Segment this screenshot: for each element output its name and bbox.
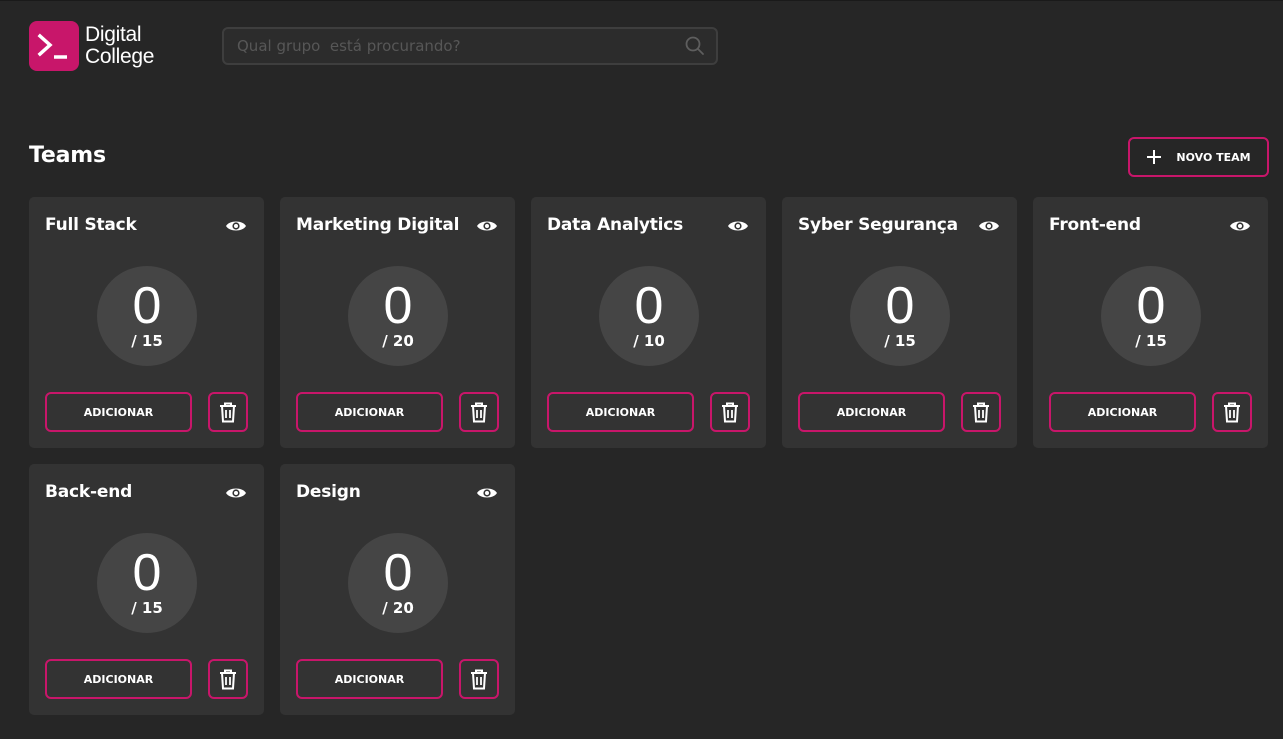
trash-icon (973, 402, 989, 423)
team-card-full-stack: Full Stack 0 / 15 ADICIONAR (29, 197, 264, 448)
team-card-marketing-digital: Marketing Digital 0 / 20 ADICIONAR (280, 197, 515, 448)
team-name: Design (296, 482, 361, 502)
delete-team-button[interactable] (459, 659, 499, 699)
team-card-back-end: Back-end 0 / 15 ADICIONAR (29, 464, 264, 715)
plus-icon (1147, 150, 1162, 164)
trash-icon (220, 402, 236, 423)
team-name: Data Analytics (547, 215, 684, 235)
page-title: Teams (29, 143, 106, 168)
trash-icon (722, 402, 738, 423)
member-counter: 0 / 15 (97, 266, 197, 366)
eye-icon[interactable] (1229, 218, 1251, 234)
team-card-design: Design 0 / 20 ADICIONAR (280, 464, 515, 715)
member-count: 0 (383, 277, 413, 335)
add-member-button[interactable]: ADICIONAR (296, 659, 443, 699)
eye-icon[interactable] (727, 218, 749, 234)
member-max: / 15 (131, 599, 163, 617)
trash-icon (471, 402, 487, 423)
member-count: 0 (383, 544, 413, 602)
member-max: / 20 (382, 332, 414, 350)
team-card-syber-seguranca: Syber Segurança 0 / 15 ADICIONAR (782, 197, 1017, 448)
search-input[interactable] (224, 36, 684, 56)
member-max: / 20 (382, 599, 414, 617)
eye-icon[interactable] (978, 218, 1000, 234)
member-counter: 0 / 15 (1101, 266, 1201, 366)
member-counter: 0 / 15 (850, 266, 950, 366)
team-name: Back-end (45, 482, 133, 502)
team-name: Full Stack (45, 215, 137, 235)
delete-team-button[interactable] (961, 392, 1001, 432)
teams-page: Digital College Teams NOVO TEAM Full Sta… (0, 0, 1283, 739)
terminal-prompt-icon (29, 21, 79, 71)
team-card-front-end: Front-end 0 / 15 ADICIONAR (1033, 197, 1268, 448)
eye-icon[interactable] (476, 218, 498, 234)
trash-icon (1224, 402, 1240, 423)
delete-team-button[interactable] (208, 392, 248, 432)
brand-name-line1: Digital (85, 23, 142, 46)
team-name: Front-end (1049, 215, 1141, 235)
add-member-button[interactable]: ADICIONAR (296, 392, 443, 432)
member-counter: 0 / 15 (97, 533, 197, 633)
add-member-button[interactable]: ADICIONAR (45, 659, 192, 699)
member-counter: 0 / 20 (348, 266, 448, 366)
trash-icon (220, 669, 236, 690)
new-team-button[interactable]: NOVO TEAM (1128, 137, 1269, 177)
member-count: 0 (885, 277, 915, 335)
team-name: Syber Segurança (798, 215, 958, 235)
delete-team-button[interactable] (1212, 392, 1252, 432)
member-count: 0 (132, 544, 162, 602)
delete-team-button[interactable] (459, 392, 499, 432)
member-max: / 15 (131, 332, 163, 350)
new-team-label: NOVO TEAM (1176, 150, 1251, 164)
member-count: 0 (1136, 277, 1166, 335)
eye-icon[interactable] (225, 485, 247, 501)
search-bar (222, 27, 718, 65)
trash-icon (471, 669, 487, 690)
logo[interactable]: Digital College (29, 21, 154, 71)
member-count: 0 (132, 277, 162, 335)
member-counter: 0 / 10 (599, 266, 699, 366)
brand-name: Digital College (85, 24, 154, 68)
eye-icon[interactable] (225, 218, 247, 234)
member-max: / 15 (1135, 332, 1167, 350)
search-icon[interactable] (684, 35, 706, 57)
brand-name-line2: College (85, 45, 155, 68)
add-member-button[interactable]: ADICIONAR (45, 392, 192, 432)
add-member-button[interactable]: ADICIONAR (1049, 392, 1196, 432)
member-counter: 0 / 20 (348, 533, 448, 633)
delete-team-button[interactable] (710, 392, 750, 432)
member-max: / 15 (884, 332, 916, 350)
team-card-data-analytics: Data Analytics 0 / 10 ADICIONAR (531, 197, 766, 448)
add-member-button[interactable]: ADICIONAR (798, 392, 945, 432)
member-max: / 10 (633, 332, 665, 350)
eye-icon[interactable] (476, 485, 498, 501)
team-name: Marketing Digital (296, 215, 460, 235)
member-count: 0 (634, 277, 664, 335)
delete-team-button[interactable] (208, 659, 248, 699)
add-member-button[interactable]: ADICIONAR (547, 392, 694, 432)
